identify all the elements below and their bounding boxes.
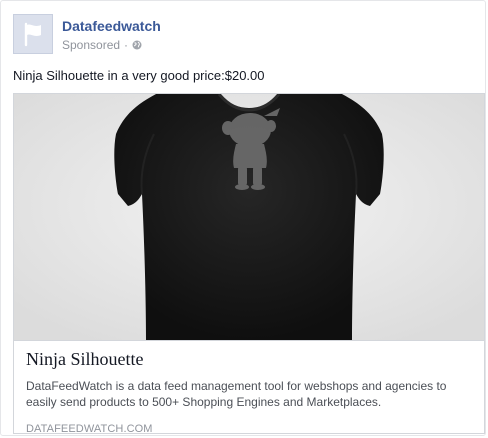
flag-icon — [24, 22, 41, 47]
link-title[interactable]: Ninja Silhouette — [26, 348, 476, 370]
separator-dot: · — [124, 38, 129, 52]
tshirt-image — [14, 94, 484, 340]
link-attachment[interactable]: Ninja Silhouette DataFeedWatch is a data… — [13, 93, 485, 436]
link-description: DataFeedWatch is a data feed management … — [26, 379, 447, 409]
post-subtitle: Sponsored · — [62, 37, 161, 53]
post-message: Ninja Silhouette in a very good price:$2… — [13, 68, 265, 83]
link-image[interactable] — [14, 94, 484, 341]
post-meta: Datafeedwatch Sponsored · — [62, 17, 161, 53]
page-name-link[interactable]: Datafeedwatch — [62, 17, 161, 35]
page-avatar[interactable] — [13, 14, 53, 54]
globe-icon[interactable] — [132, 40, 142, 50]
link-domain: DATAFEEDWATCH.COM — [26, 423, 153, 435]
sponsored-post: Datafeedwatch Sponsored · Ninja Silhouet… — [0, 0, 486, 436]
post-header: Datafeedwatch Sponsored · — [13, 14, 161, 56]
link-details: Ninja Silhouette DataFeedWatch is a data… — [26, 348, 476, 436]
sponsored-label[interactable]: Sponsored — [62, 37, 120, 53]
